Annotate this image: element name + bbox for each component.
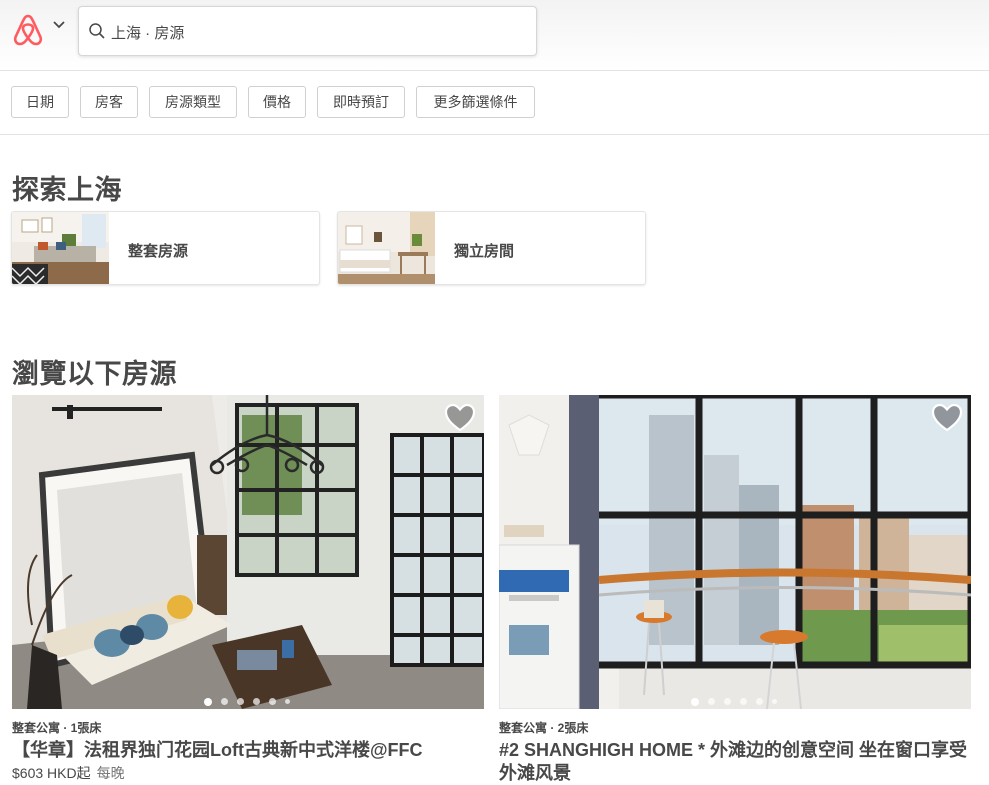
listing-photo-image	[499, 395, 971, 709]
photo-carousel-dots	[691, 693, 786, 706]
filter-dates-button[interactable]: 日期	[11, 86, 69, 118]
browse-heading: 瀏覽以下房源	[12, 359, 177, 389]
carousel-dot[interactable]	[204, 697, 212, 706]
search-icon	[89, 23, 105, 39]
listing-meta: 整套公寓 · 1張床	[12, 721, 102, 735]
listing-meta: 整套公寓 · 2張床	[499, 721, 589, 735]
category-card-entire-home[interactable]: 整套房源	[11, 211, 320, 285]
filter-room-type-button[interactable]: 房源類型	[149, 86, 237, 118]
chevron-down-icon[interactable]	[52, 20, 66, 30]
search-input[interactable]: 上海 · 房源	[111, 22, 184, 43]
listing-price-row: $603 HKD起 每晚	[12, 763, 484, 783]
top-header: 上海 · 房源	[0, 0, 989, 71]
airbnb-logo-icon[interactable]	[12, 13, 44, 47]
filter-instant-book-button[interactable]: 即時預訂	[317, 86, 405, 118]
category-label: 獨立房間	[454, 243, 515, 260]
filter-price-button[interactable]: 價格	[248, 86, 306, 118]
carousel-dot[interactable]	[691, 697, 699, 706]
listing-title[interactable]: 【华章】法租界独门花园Loft古典新中式洋楼@FFC	[12, 739, 484, 762]
listing-photo[interactable]	[12, 395, 484, 709]
photo-carousel-dots	[204, 693, 299, 706]
category-card-private-room[interactable]: 獨立房間	[337, 211, 646, 285]
listing-card[interactable]: 整套公寓 · 1張床 【华章】法租界独门花园Loft古典新中式洋楼@FFC $6…	[12, 395, 484, 783]
listing-photo[interactable]	[499, 395, 971, 709]
save-heart-icon[interactable]	[931, 403, 963, 433]
listing-card[interactable]: 整套公寓 · 2張床 #2 SHANGHIGH HOME * 外滩边的创意空间 …	[499, 395, 971, 785]
filter-bar: 日期 房客 房源類型 價格 即時預訂 更多篩選條件	[0, 71, 989, 135]
filter-more-button[interactable]: 更多篩選條件	[416, 86, 535, 118]
category-label: 整套房源	[128, 243, 189, 260]
explore-heading: 探索上海	[12, 175, 122, 205]
private-room-thumbnail	[338, 212, 435, 284]
filter-guests-button[interactable]: 房客	[80, 86, 138, 118]
listing-title[interactable]: #2 SHANGHIGH HOME * 外滩边的创意空间 坐在窗口享受外滩风景	[499, 739, 971, 785]
listing-price-unit: 每晚	[96, 765, 125, 781]
save-heart-icon[interactable]	[444, 403, 476, 433]
listing-photo-image	[12, 395, 484, 709]
entire-home-thumbnail	[12, 212, 109, 284]
listing-price: $603 HKD起	[12, 765, 91, 781]
search-box[interactable]: 上海 · 房源	[78, 6, 537, 56]
